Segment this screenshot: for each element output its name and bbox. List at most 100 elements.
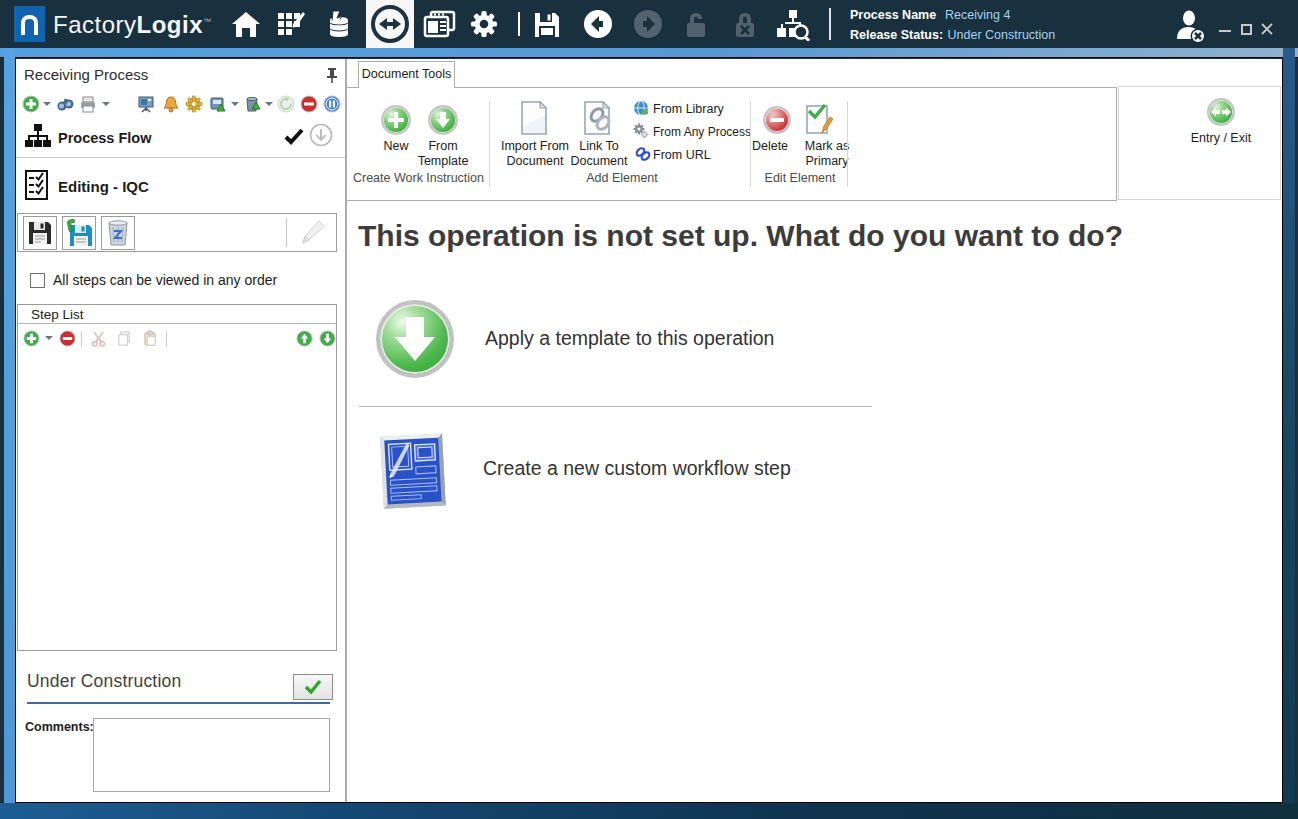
receiving-process-panel: Receiving Process: [16, 59, 345, 802]
create-step-icon[interactable]: [378, 427, 450, 517]
ribbon-link-doc-icon[interactable]: [583, 101, 613, 135]
step-toolbar-separator: [81, 331, 82, 347]
ribbon-from-template-icon[interactable]: [428, 105, 458, 135]
ribbon-mark-primary-icon[interactable]: [805, 104, 833, 136]
settings-gear-icon[interactable]: [469, 10, 499, 38]
window-minimize-button[interactable]: [1219, 30, 1231, 32]
entry-exit-label[interactable]: Entry / Exit: [1181, 131, 1261, 146]
pin-icon[interactable]: [324, 67, 340, 83]
window-close-button[interactable]: [1260, 22, 1274, 36]
bell-icon[interactable]: [162, 95, 180, 113]
step-list-title: Step List: [18, 305, 336, 324]
status-underline: [27, 702, 330, 704]
editing-status-label: Editing - IQC: [58, 178, 149, 195]
comments-label: Comments:: [25, 720, 94, 734]
process-flow-check-icon: [284, 126, 304, 146]
step-copy-icon-disabled[interactable]: [116, 330, 133, 347]
window-maximize-button[interactable]: [1241, 24, 1252, 35]
brand-text: FactoryLogix™: [53, 11, 212, 39]
release-status-label: Release Status:: [850, 28, 943, 42]
window-bottom-border: [0, 803, 1298, 819]
tab-document-tools[interactable]: Document Tools: [358, 61, 455, 88]
lock-revoke-icon-disabled[interactable]: [731, 11, 759, 39]
export-dropdown-caret[interactable]: [265, 102, 273, 110]
document-buttons-box: [17, 213, 337, 252]
main-heading: This operation is not set up. What do yo…: [358, 219, 1123, 253]
collapse-arrow-icon[interactable]: [309, 123, 333, 147]
process-search-icon[interactable]: [777, 9, 811, 41]
toolbar-separator: [518, 12, 520, 36]
step-paste-icon-disabled[interactable]: [142, 330, 159, 347]
pause-icon[interactable]: [323, 95, 341, 113]
entry-exit-icon[interactable]: [1207, 98, 1235, 126]
editing-checklist-icon: [25, 170, 51, 200]
step-move-up-icon[interactable]: [296, 330, 313, 347]
approve-button[interactable]: [293, 674, 333, 700]
process-definition-active-tab[interactable]: [366, 0, 414, 48]
any-order-checkbox[interactable]: [30, 273, 45, 288]
ribbon-delete-icon[interactable]: [763, 106, 791, 134]
import-dropdown-caret[interactable]: [231, 102, 239, 110]
create-step-label[interactable]: Create a new custom workflow step: [483, 457, 791, 480]
forward-icon-disabled[interactable]: [633, 9, 663, 39]
window-left-border: [4, 48, 15, 803]
apply-template-icon[interactable]: [376, 300, 454, 378]
add-icon[interactable]: [22, 95, 40, 113]
ribbon-group-create-label: Create Work Instruction: [352, 171, 485, 185]
ribbon-delete-label[interactable]: Delete: [741, 139, 799, 154]
panel-title: Receiving Process: [24, 66, 148, 83]
process-flow-label[interactable]: Process Flow: [58, 130, 151, 146]
apply-template-label[interactable]: Apply a template to this operation: [485, 327, 774, 350]
ribbon-new-icon[interactable]: [381, 105, 411, 135]
step-remove-icon[interactable]: [59, 330, 76, 347]
from-library-label[interactable]: From Library: [653, 102, 773, 117]
ribbon-separator-3: [847, 101, 848, 187]
step-add-icon[interactable]: [23, 330, 40, 347]
comments-textarea[interactable]: [93, 718, 330, 792]
save-as-template-button[interactable]: [62, 216, 96, 250]
import-process-icon[interactable]: [209, 95, 227, 113]
step-cut-icon-disabled[interactable]: [90, 330, 107, 347]
edit-document-button-disabled[interactable]: [297, 217, 327, 247]
plan-edit-icon[interactable]: [277, 10, 307, 38]
ribbon-import-doc-icon[interactable]: [520, 101, 548, 135]
step-move-down-icon[interactable]: [319, 330, 336, 347]
ribbon-mark-primary-label[interactable]: Mark as Primary: [794, 139, 860, 169]
process-info: Process Name Receiving 4 Release Status:…: [850, 5, 1055, 43]
presentation-icon[interactable]: [137, 95, 155, 113]
refresh-icon-disabled[interactable]: [277, 95, 295, 113]
from-url-icon[interactable]: [635, 146, 651, 162]
back-icon[interactable]: [583, 9, 613, 39]
buttons-separator: [286, 218, 287, 247]
find-icon[interactable]: [56, 95, 74, 113]
release-status-title: Under Construction: [27, 671, 181, 692]
step-add-caret[interactable]: [45, 336, 53, 344]
add-dropdown-caret[interactable]: [43, 102, 51, 110]
documents-icon[interactable]: [423, 10, 456, 38]
release-status-value: Under Construction: [948, 28, 1056, 42]
config-gear-icon[interactable]: [185, 95, 203, 113]
print-icon[interactable]: [79, 95, 97, 113]
any-order-checkbox-label: All steps can be viewed in any order: [53, 272, 277, 288]
print-dropdown-caret[interactable]: [102, 102, 110, 110]
save-document-button[interactable]: [23, 216, 57, 250]
remove-icon[interactable]: [300, 95, 318, 113]
save-icon[interactable]: [533, 11, 561, 39]
unlock-icon-disabled[interactable]: [682, 11, 710, 39]
window-right-border: [1283, 48, 1295, 803]
materials-icon[interactable]: [324, 10, 354, 38]
from-any-process-label[interactable]: From Any Process: [653, 125, 783, 140]
delete-document-button[interactable]: [101, 216, 135, 250]
accent-strip: [0, 48, 1298, 58]
from-library-icon[interactable]: [633, 100, 649, 116]
info-separator: [829, 8, 831, 40]
user-logout-icon[interactable]: [1172, 9, 1208, 45]
ribbon-from-template-label[interactable]: From Template: [408, 139, 478, 169]
export-process-icon[interactable]: [243, 95, 261, 113]
home-icon[interactable]: [231, 10, 261, 38]
step-list-box: Step List: [17, 304, 337, 651]
from-any-process-icon[interactable]: [633, 123, 649, 139]
ribbon-group-add-label: Add Element: [492, 171, 752, 185]
ribbon-link-doc-label[interactable]: Link To Document: [554, 139, 644, 169]
process-flow-icon: [24, 123, 52, 151]
